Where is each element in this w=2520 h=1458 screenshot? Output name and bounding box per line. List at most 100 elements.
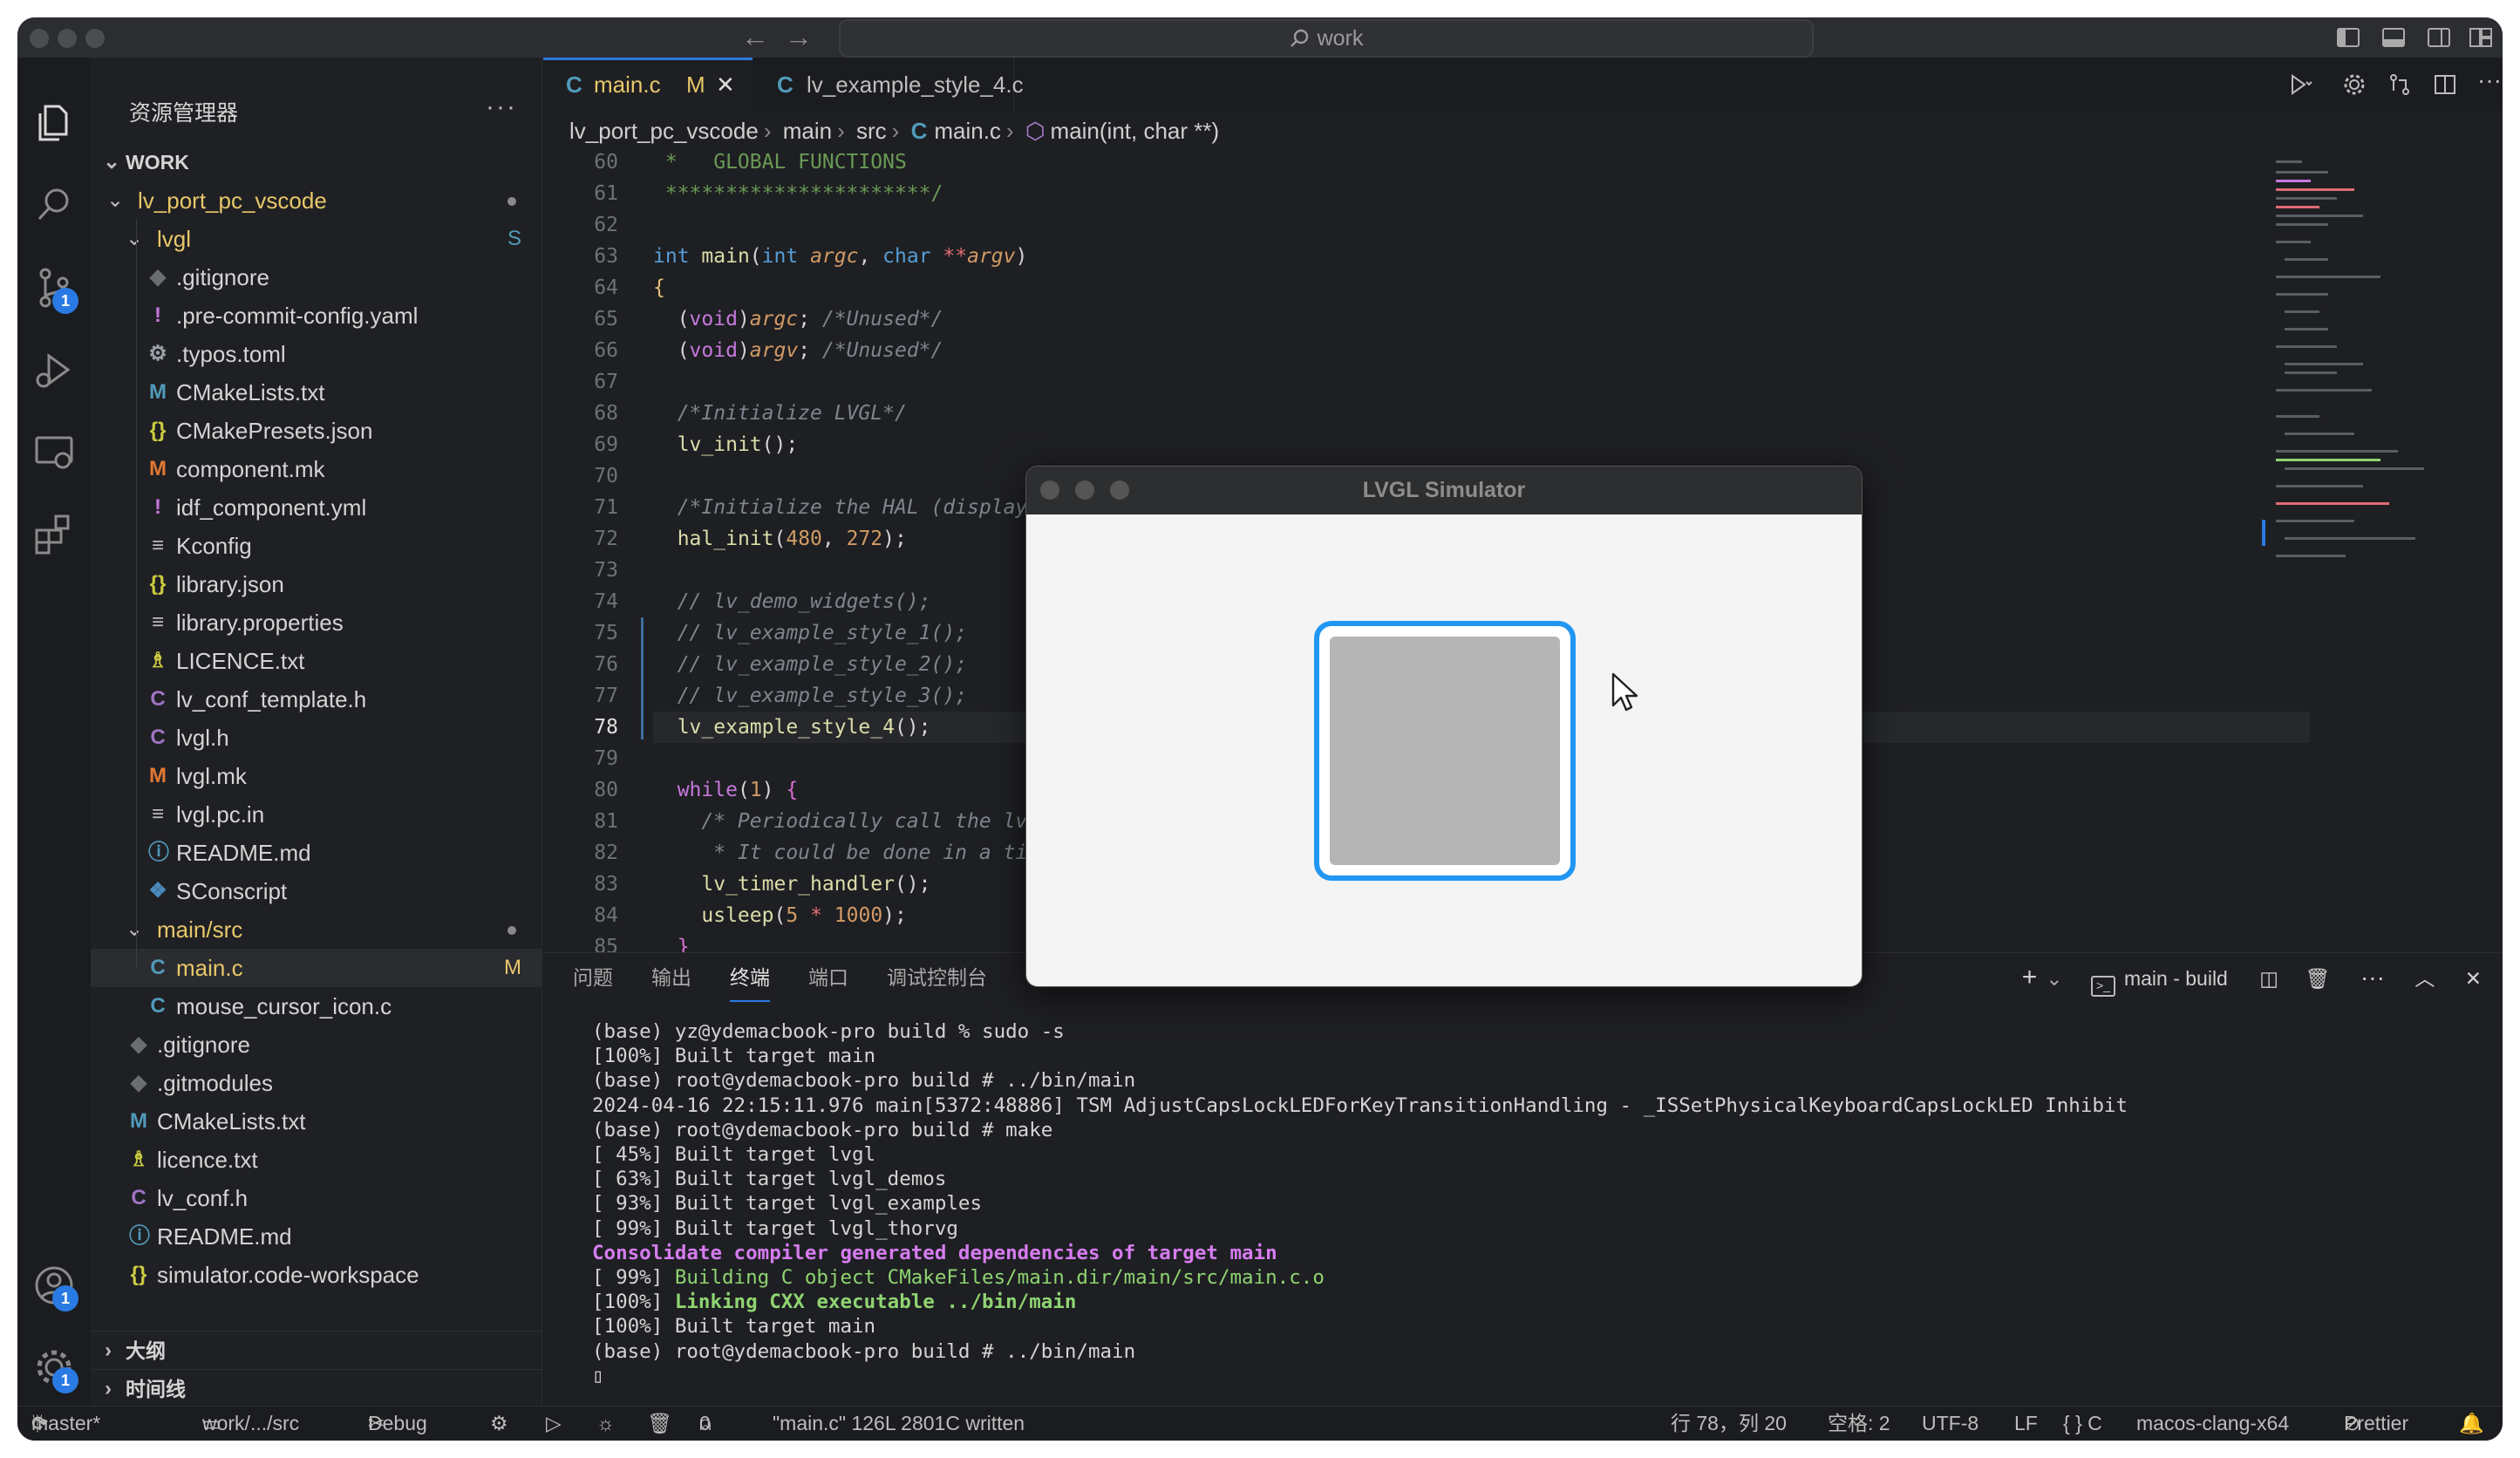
editor-more-icon[interactable]: ··· (2477, 66, 2502, 94)
minimize-window-button[interactable] (58, 29, 77, 48)
tree-item[interactable]: ⚙ .typos.toml (91, 335, 542, 373)
tree-item[interactable]: ♗ licence.txt (91, 1141, 542, 1179)
tree-item[interactable]: ! .pre-commit-config.yaml (91, 296, 542, 335)
cmake-settings-icon[interactable] (2341, 72, 2367, 98)
timeline-section[interactable]: › 时间线 (91, 1369, 542, 1407)
breadcrumb-item[interactable]: lv_port_pc_vscode (569, 118, 759, 144)
zoom-window-button[interactable] (1110, 480, 1129, 500)
cmake-settings-icon[interactable]: ⚙ (490, 1407, 508, 1440)
tree-item[interactable]: ⌄ lvgl S (91, 220, 542, 258)
toggle-panel-icon[interactable] (2380, 24, 2407, 51)
tree-item[interactable]: Cmain.c M (91, 949, 542, 987)
tree-item[interactable]: ! idf_component.yml (91, 488, 542, 527)
cursor-position[interactable]: 行 78，列 20 (1671, 1407, 1787, 1440)
toggle-secondary-sidebar-icon[interactable] (2426, 24, 2452, 51)
remote-explorer-icon[interactable] (30, 427, 78, 476)
split-terminal-icon[interactable]: ◫ (2259, 967, 2278, 990)
notifications-bell-icon[interactable]: 🔔 (2459, 1407, 2484, 1440)
debug-icon[interactable]: ☼ (596, 1407, 615, 1440)
tree-item[interactable]: ⌄ lv_port_pc_vscode (91, 181, 542, 220)
tree-item[interactable]: {} library.json (91, 565, 542, 603)
tab-problems[interactable]: 问题 (573, 953, 613, 1002)
new-terminal-icon[interactable]: + (2022, 963, 2038, 991)
tree-item[interactable]: Mcomponent.mk (91, 450, 542, 488)
tree-item[interactable]: ≡ Kconfig (91, 527, 542, 565)
close-window-button[interactable] (30, 29, 49, 48)
trash-icon[interactable]: 🗑 (647, 1407, 672, 1440)
back-arrow-icon[interactable]: ← (741, 21, 769, 53)
maximize-panel-icon[interactable]: ︿ (2414, 967, 2435, 990)
tree-item[interactable]: ≡ lvgl.pc.in (91, 795, 542, 834)
run-icon[interactable]: ▷ (546, 1407, 562, 1440)
indentation[interactable]: 空格: 2 (1828, 1407, 1890, 1440)
more-actions-icon[interactable]: ··· (486, 92, 517, 122)
tab-main-c[interactable]: C main.c M ✕ (543, 58, 753, 112)
panel-more-icon[interactable]: ··· (2360, 964, 2385, 991)
terminal-name[interactable]: main - build (2124, 967, 2228, 990)
encoding[interactable]: UTF-8 (1922, 1407, 1979, 1440)
toggle-primary-sidebar-icon[interactable] (2335, 24, 2361, 51)
tree-item[interactable]: ◆ .gitignore (91, 1025, 542, 1064)
tree-item[interactable]: ⌄ main/src (91, 910, 542, 949)
tree-item[interactable]: ⓘ README.md (91, 834, 542, 872)
tree-item[interactable]: ❖ SConscript (91, 872, 542, 910)
split-editor-icon[interactable] (2432, 72, 2458, 98)
cmake-kit[interactable]: macos-clang-x64 (2136, 1407, 2289, 1440)
tree-item[interactable]: ≡ library.properties (91, 603, 542, 642)
tree-item[interactable]: Clv_conf.h (91, 1179, 542, 1217)
explorer-icon[interactable] (30, 98, 78, 146)
command-center-search[interactable]: work (839, 19, 1814, 58)
chevron-down-icon[interactable]: ⌄ (2046, 967, 2062, 990)
tree-item[interactable]: {} simulator.code-workspace (91, 1256, 542, 1294)
breadcrumb-item[interactable]: src (856, 118, 887, 144)
tree-item[interactable]: M CMakeLists.txt (91, 1102, 542, 1141)
tab-lv-example-style-4[interactable]: C lv_example_style_4.c (753, 58, 1024, 112)
tab-ports[interactable]: 端口 (808, 953, 848, 1002)
tree-item[interactable]: ♗ LICENCE.txt (91, 642, 542, 680)
minimize-window-button[interactable] (1075, 480, 1094, 500)
terminal-line: [100%] Built target main (592, 1315, 876, 1339)
tree-item[interactable]: {} CMakePresets.json (91, 412, 542, 450)
workspace-section-header[interactable]: ⌄ WORK (91, 143, 542, 181)
outline-section[interactable]: › 大纲 (91, 1331, 542, 1369)
tab-terminal[interactable]: 终端 (730, 955, 770, 1002)
lvgl-simulator-window: LVGL Simulator (1025, 466, 1863, 987)
tree-item[interactable]: M CMakeLists.txt (91, 373, 542, 412)
panel-actions: + ⌄ >_ main - build ◫ 🗑 ··· ︿ ✕ (2022, 953, 2482, 1005)
tree-item[interactable]: ◆ .gitmodules (91, 1064, 542, 1102)
close-window-button[interactable] (1040, 480, 1059, 500)
end-of-line[interactable]: LF (2014, 1407, 2038, 1440)
run-debug-icon[interactable] (30, 345, 78, 394)
open-changes-icon[interactable] (2387, 72, 2413, 98)
tree-item[interactable]: Clv_conf_template.h (91, 680, 542, 719)
c-file-icon: C (777, 72, 793, 98)
close-panel-icon[interactable]: ✕ (2465, 967, 2482, 990)
customize-layout-icon[interactable] (2468, 24, 2494, 51)
tree-item[interactable]: ◆ .gitignore (91, 258, 542, 296)
extensions-icon[interactable] (30, 509, 78, 558)
file-icon: ≡ (151, 802, 164, 826)
forward-arrow-icon[interactable]: → (785, 21, 813, 53)
tab-output[interactable]: 输出 (651, 953, 691, 1002)
trash-icon[interactable]: 🗑 (2305, 967, 2330, 990)
line-number: 81 (594, 810, 618, 833)
minimap[interactable] (2258, 153, 2450, 677)
language-mode[interactable]: { } C (2063, 1407, 2102, 1440)
breadcrumb-item[interactable]: main(int, char **) (1051, 118, 1220, 144)
search-view-icon[interactable] (30, 180, 78, 228)
tree-item[interactable]: ⓘ README.md (91, 1217, 542, 1256)
simulator-canvas[interactable] (1026, 514, 1862, 986)
tree-item-label: lv_port_pc_vscode (138, 187, 327, 214)
tree-item[interactable]: Clvgl.h (91, 719, 542, 757)
tree-item-label: .pre-commit-config.yaml (176, 303, 419, 329)
terminal-output[interactable]: (base) yz@ydemacbook-pro build % sudo -s… (592, 1019, 2485, 1388)
tree-item[interactable]: Cmouse_cursor_icon.c (91, 987, 542, 1025)
close-tab-icon[interactable]: ✕ (716, 60, 735, 109)
run-dropdown-icon[interactable] (2287, 72, 2313, 98)
tree-item[interactable]: Mlvgl.mk (91, 757, 542, 795)
styled-object[interactable] (1314, 621, 1576, 881)
breadcrumb-item[interactable]: main.c (934, 118, 1001, 144)
breadcrumb-item[interactable]: main (783, 118, 832, 144)
zoom-window-button[interactable] (85, 29, 105, 48)
tab-debug-console[interactable]: 调试控制台 (887, 953, 987, 1002)
